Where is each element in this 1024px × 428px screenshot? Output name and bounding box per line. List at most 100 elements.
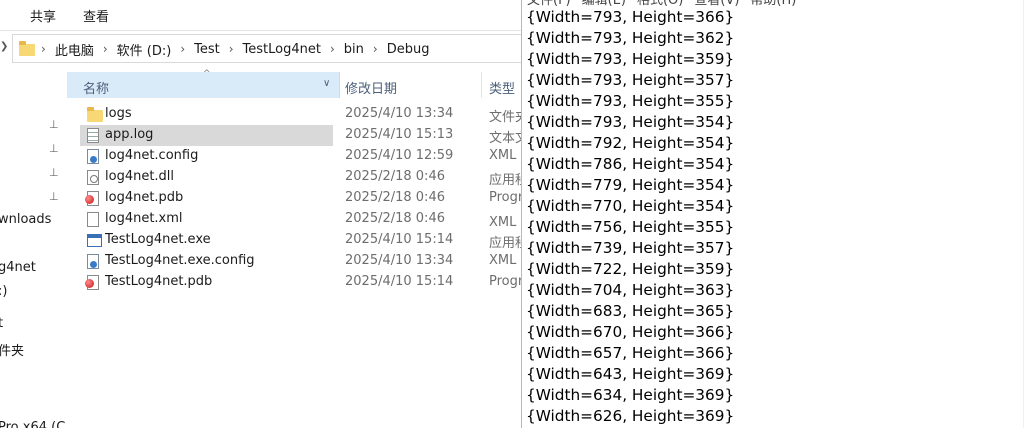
config-file-icon bbox=[87, 254, 99, 269]
file-modified-date: 2025/2/18 0:46 bbox=[345, 211, 445, 226]
file-name: logs bbox=[105, 106, 132, 121]
text-line: {Width=793, Height=366} bbox=[526, 8, 735, 26]
file-row[interactable]: TestLog4net.pdb 2025/4/10 15:14 Progr bbox=[80, 272, 522, 293]
breadcrumb-this-pc[interactable]: 此电脑 bbox=[55, 40, 94, 59]
pin-icon[interactable]: ⊥ bbox=[49, 191, 59, 202]
text-line: {Width=792, Height=354} bbox=[526, 134, 735, 152]
column-divider[interactable] bbox=[481, 72, 482, 98]
address-bar[interactable]: › 此电脑 › 软件 (D:) › Test › TestLog4net › b… bbox=[12, 34, 522, 63]
chevron-down-icon[interactable]: ∨ bbox=[323, 78, 330, 89]
folder-icon bbox=[19, 41, 35, 56]
file-type: Progr bbox=[489, 274, 522, 289]
file-name: log4net.xml bbox=[105, 211, 183, 226]
notepad-window: 文件(F) 编辑(E) 格式(O) 查看(V) 帮助(H) {Width=793, He… bbox=[521, 0, 1024, 428]
tab-share[interactable]: 共享 bbox=[30, 6, 56, 25]
chevron-right-icon[interactable]: ❯ bbox=[0, 41, 8, 52]
file-row[interactable]: logs 2025/4/10 13:34 文件夹 bbox=[80, 104, 522, 125]
pdb-file-icon bbox=[85, 275, 99, 290]
nav-item-downloads[interactable]: wnloads bbox=[0, 212, 51, 227]
file-row[interactable]: log4net.dll 2025/2/18 0:46 应用程 bbox=[80, 167, 522, 188]
address-row: ❯ › 此电脑 › 软件 (D:) › Test › TestLog4net ›… bbox=[0, 34, 522, 63]
breadcrumb: › 此电脑 › 软件 (D:) › Test › TestLog4net › b… bbox=[41, 40, 430, 59]
file-name: TestLog4net.exe.config bbox=[105, 253, 255, 268]
text-file-icon bbox=[87, 128, 99, 143]
file-row[interactable]: TestLog4net.exe 2025/4/10 15:14 应用程 bbox=[80, 230, 522, 251]
file-row[interactable]: log4net.xml 2025/2/18 0:46 XML 文 bbox=[80, 209, 522, 230]
file-name: TestLog4net.exe bbox=[105, 232, 211, 247]
file-modified-date: 2025/2/18 0:46 bbox=[345, 190, 445, 205]
file-modified-date: 2025/4/10 13:34 bbox=[345, 253, 454, 268]
file-row[interactable]: log4net.config 2025/4/10 12:59 XML C bbox=[80, 146, 522, 167]
breadcrumb-test[interactable]: Test bbox=[194, 42, 220, 57]
file-modified-date: 2025/2/18 0:46 bbox=[345, 169, 445, 184]
file-name: log4net.pdb bbox=[105, 190, 184, 205]
file-name: log4net.config bbox=[105, 148, 199, 163]
text-line: {Width=786, Height=354} bbox=[526, 155, 735, 173]
file-type: XML 文 bbox=[489, 215, 522, 230]
breadcrumb-drive-d[interactable]: 软件 (D:) bbox=[117, 40, 172, 59]
column-header-date[interactable]: 修改日期 bbox=[345, 78, 397, 97]
file-type: XML C bbox=[489, 253, 522, 268]
file-type: 文件夹 bbox=[489, 110, 522, 125]
text-line: {Width=670, Height=366} bbox=[526, 323, 735, 341]
file-name: TestLog4net.pdb bbox=[105, 274, 213, 289]
file-row[interactable]: log4net.pdb 2025/2/18 0:46 Progr bbox=[80, 188, 522, 209]
breadcrumb-testlog4net[interactable]: TestLog4net bbox=[243, 42, 321, 57]
file-name: log4net.dll bbox=[105, 169, 175, 184]
pin-icon[interactable]: ⊥ bbox=[49, 143, 59, 154]
nav-item-folder[interactable]: 件夹 bbox=[0, 340, 24, 359]
file-modified-date: 2025/4/10 12:59 bbox=[345, 148, 454, 163]
text-line: {Width=779, Height=354} bbox=[526, 176, 735, 194]
text-line: {Width=722, Height=359} bbox=[526, 260, 735, 278]
file-type: 应用程 bbox=[489, 173, 522, 188]
pin-icon[interactable]: ⊥ bbox=[49, 167, 59, 178]
text-line: {Width=793, Height=362} bbox=[526, 29, 735, 47]
file-row[interactable]: app.log 2025/4/10 15:13 文本文 bbox=[80, 125, 522, 146]
text-line: {Width=793, Height=357} bbox=[526, 71, 735, 89]
file-modified-date: 2025/4/10 15:14 bbox=[345, 232, 454, 247]
chevron-right-icon[interactable]: › bbox=[229, 42, 234, 56]
ribbon-tabs: 共享 查看 bbox=[0, 0, 522, 31]
pin-icon[interactable]: ⊥ bbox=[49, 119, 59, 130]
chevron-right-icon[interactable]: › bbox=[373, 42, 378, 56]
chevron-right-icon[interactable]: › bbox=[103, 42, 108, 56]
file-type: 文本文 bbox=[489, 131, 522, 146]
file-explorer-window: 共享 查看 ❯ › 此电脑 › 软件 (D:) › Test › TestLog… bbox=[0, 0, 522, 428]
column-header-type[interactable]: 类型 bbox=[489, 78, 515, 97]
column-header-name[interactable]: ^ 名称 ∨ bbox=[67, 69, 340, 98]
text-line: {Width=793, Height=354} bbox=[526, 113, 735, 131]
breadcrumb-debug[interactable]: Debug bbox=[387, 42, 430, 57]
nav-item-drive[interactable]: :) bbox=[0, 284, 7, 299]
pdb-file-icon bbox=[85, 191, 99, 206]
chevron-right-icon: › bbox=[41, 42, 46, 56]
text-line: {Width=739, Height=357} bbox=[526, 239, 735, 257]
notepad-menu-item[interactable]: 帮助(H) bbox=[750, 0, 796, 8]
tab-view[interactable]: 查看 bbox=[83, 6, 109, 25]
text-line: {Width=634, Height=369} bbox=[526, 386, 735, 404]
file-row[interactable]: TestLog4net.exe.config 2025/4/10 13:34 XML… bbox=[80, 251, 522, 272]
breadcrumb-bin[interactable]: bin bbox=[344, 42, 364, 57]
text-line: {Width=793, Height=355} bbox=[526, 92, 735, 110]
file-modified-date: 2025/4/10 15:14 bbox=[345, 274, 454, 289]
nav-item-drive-c[interactable]: Pro x64 (C bbox=[0, 420, 65, 428]
navigation-pane: ⊥ ⊥ ⊥ ⊥ wnloads g4net :) t 件夹 Pro x64 (C bbox=[0, 66, 67, 428]
file-name: app.log bbox=[105, 127, 154, 142]
file-type: 应用程 bbox=[489, 236, 522, 251]
column-header: ^ 名称 ∨ 修改日期 类型 bbox=[67, 69, 522, 98]
chevron-right-icon[interactable]: › bbox=[180, 42, 185, 56]
xml-file-icon bbox=[87, 212, 99, 227]
file-modified-date: 2025/4/10 13:34 bbox=[345, 106, 454, 121]
notepad-menu-bar: 文件(F) 编辑(E) 格式(O) 查看(V) 帮助(H) bbox=[527, 0, 807, 8]
text-line: {Width=793, Height=359} bbox=[526, 50, 735, 68]
chevron-right-icon[interactable]: › bbox=[330, 42, 335, 56]
file-modified-date: 2025/4/10 15:13 bbox=[345, 127, 454, 142]
text-line: {Width=756, Height=355} bbox=[526, 218, 735, 236]
file-type: XML C bbox=[489, 148, 522, 163]
text-line: {Width=683, Height=365} bbox=[526, 302, 735, 320]
nav-item-folder[interactable]: t bbox=[0, 316, 3, 331]
config-file-icon bbox=[87, 149, 99, 164]
notepad-text-area[interactable]: {Width=793, Height=366} {Width=793, Heigh… bbox=[526, 7, 734, 427]
column-name-label: 名称 bbox=[83, 82, 110, 97]
nav-item-testlog4net[interactable]: g4net bbox=[0, 260, 36, 275]
text-line: {Width=704, Height=363} bbox=[526, 281, 735, 299]
